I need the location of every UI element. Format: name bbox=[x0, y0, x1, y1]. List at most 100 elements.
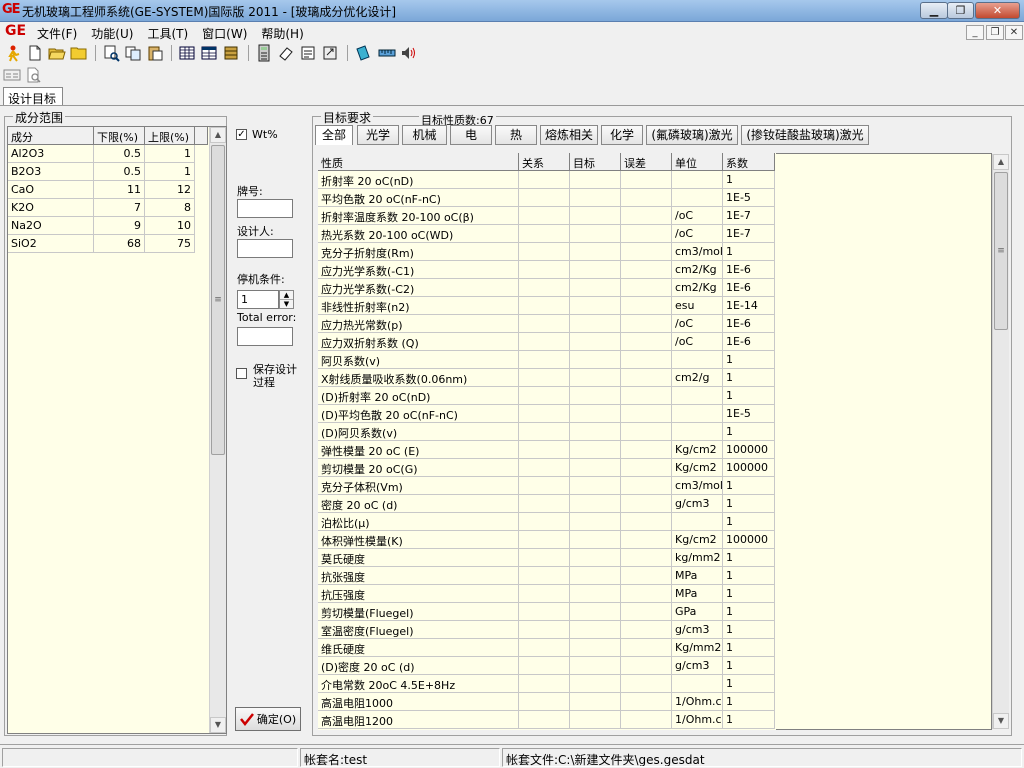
save-process-checkbox[interactable] bbox=[236, 368, 247, 379]
property-unit[interactable]: g/cm3 bbox=[672, 657, 723, 675]
property-target[interactable] bbox=[570, 531, 621, 549]
property-coefficient[interactable]: 1 bbox=[723, 675, 775, 693]
property-unit[interactable]: cm2/Kg bbox=[672, 279, 723, 297]
property-error[interactable] bbox=[621, 657, 672, 675]
composition-upper[interactable]: 12 bbox=[145, 181, 195, 199]
scroll-thumb[interactable]: ≡ bbox=[994, 172, 1008, 330]
table-row[interactable]: 维氏硬度 Kg/mm2 1 bbox=[318, 639, 775, 657]
table-row[interactable]: 剪切模量(Fluegel) GPa 1 bbox=[318, 603, 775, 621]
grid-view-icon[interactable] bbox=[200, 44, 218, 62]
property-unit[interactable]: kg/mm2 bbox=[672, 549, 723, 567]
property-coefficient[interactable]: 1 bbox=[723, 711, 775, 729]
property-relation[interactable] bbox=[519, 567, 570, 585]
folder-icon[interactable] bbox=[70, 44, 88, 62]
property-error[interactable] bbox=[621, 495, 672, 513]
wt-checkbox[interactable]: ✓ bbox=[236, 129, 247, 140]
property-target[interactable] bbox=[570, 639, 621, 657]
property-relation[interactable] bbox=[519, 441, 570, 459]
table-row[interactable]: K2O 7 8 bbox=[8, 199, 195, 217]
property-target[interactable] bbox=[570, 495, 621, 513]
table-row[interactable]: 阿贝系数(v) 1 bbox=[318, 351, 775, 369]
property-coefficient[interactable]: 1E-14 bbox=[723, 297, 775, 315]
property-target[interactable] bbox=[570, 549, 621, 567]
property-coefficient[interactable]: 1E-6 bbox=[723, 315, 775, 333]
property-coefficient[interactable]: 1 bbox=[723, 639, 775, 657]
property-name[interactable]: 克分子折射度(Rm) bbox=[318, 243, 519, 261]
property-unit[interactable] bbox=[672, 423, 723, 441]
property-relation[interactable] bbox=[519, 495, 570, 513]
property-error[interactable] bbox=[621, 639, 672, 657]
column-header[interactable]: 误差 bbox=[621, 153, 672, 171]
table-row[interactable]: 抗张强度 MPa 1 bbox=[318, 567, 775, 585]
composition-upper[interactable]: 1 bbox=[145, 145, 195, 163]
property-name[interactable]: 应力光学系数(-C2) bbox=[318, 279, 519, 297]
composition-upper[interactable]: 10 bbox=[145, 217, 195, 235]
property-target[interactable] bbox=[570, 513, 621, 531]
property-name[interactable]: (D)阿贝系数(v) bbox=[318, 423, 519, 441]
property-error[interactable] bbox=[621, 243, 672, 261]
property-coefficient[interactable]: 1 bbox=[723, 495, 775, 513]
property-error[interactable] bbox=[621, 603, 672, 621]
new-file-icon[interactable] bbox=[26, 44, 44, 62]
property-relation[interactable] bbox=[519, 531, 570, 549]
property-error[interactable] bbox=[621, 531, 672, 549]
property-unit[interactable]: MPa bbox=[672, 585, 723, 603]
report-icon[interactable] bbox=[299, 44, 317, 62]
table-row[interactable]: 克分子折射度(Rm) cm3/mol 1 bbox=[318, 243, 775, 261]
property-name[interactable]: 平均色散 20 oC(nF-nC) bbox=[318, 189, 519, 207]
search-document-icon[interactable] bbox=[25, 66, 43, 84]
column-header[interactable]: 上限(%) bbox=[145, 127, 195, 145]
table-row[interactable]: 平均色散 20 oC(nF-nC) 1E-5 bbox=[318, 189, 775, 207]
property-scrollbar[interactable]: ▲ ≡ ▼ bbox=[992, 154, 1009, 729]
ruler-icon[interactable] bbox=[378, 44, 396, 62]
designer-input[interactable] bbox=[237, 239, 293, 258]
property-name[interactable]: 剪切模量 20 oC(G) bbox=[318, 459, 519, 477]
property-target[interactable] bbox=[570, 585, 621, 603]
property-error[interactable] bbox=[621, 315, 672, 333]
tab-nd-silicate-laser[interactable]: (掺钕硅酸盐玻璃)激光 bbox=[741, 125, 869, 145]
column-header[interactable]: 关系 bbox=[519, 153, 570, 171]
property-target[interactable] bbox=[570, 369, 621, 387]
property-name[interactable]: (D)折射率 20 oC(nD) bbox=[318, 387, 519, 405]
table-row[interactable]: 折射率 20 oC(nD) 1 bbox=[318, 171, 775, 189]
property-error[interactable] bbox=[621, 261, 672, 279]
table-row[interactable]: (D)密度 20 oC (d) g/cm3 1 bbox=[318, 657, 775, 675]
property-error[interactable] bbox=[621, 333, 672, 351]
stop-condition-stepper[interactable]: ▲ ▼ bbox=[279, 290, 294, 309]
property-name[interactable]: 折射率温度系数 20-100 oC(β) bbox=[318, 207, 519, 225]
run-icon[interactable] bbox=[4, 44, 22, 62]
property-error[interactable] bbox=[621, 477, 672, 495]
tab-mechanical[interactable]: 机械 bbox=[402, 125, 447, 145]
table-row[interactable]: 应力双折射系数 (Q) /oC 1E-6 bbox=[318, 333, 775, 351]
property-target[interactable] bbox=[570, 261, 621, 279]
property-name[interactable]: 介电常数 20oC 4.5E+8Hz bbox=[318, 675, 519, 693]
scroll-up-icon[interactable]: ▲ bbox=[993, 154, 1009, 170]
property-coefficient[interactable]: 100000 bbox=[723, 531, 775, 549]
tab-optics[interactable]: 光学 bbox=[357, 125, 399, 145]
property-coefficient[interactable]: 1 bbox=[723, 243, 775, 261]
property-unit[interactable]: cm2/g bbox=[672, 369, 723, 387]
table-row[interactable]: 介电常数 20oC 4.5E+8Hz 1 bbox=[318, 675, 775, 693]
property-coefficient[interactable]: 1 bbox=[723, 585, 775, 603]
table-row[interactable]: (D)平均色散 20 oC(nF-nC) 1E-5 bbox=[318, 405, 775, 423]
notebook-icon[interactable] bbox=[354, 44, 372, 62]
property-relation[interactable] bbox=[519, 477, 570, 495]
property-coefficient[interactable]: 100000 bbox=[723, 441, 775, 459]
property-unit[interactable]: 1/Ohm.cm bbox=[672, 693, 723, 711]
property-error[interactable] bbox=[621, 225, 672, 243]
property-name[interactable]: 莫氏硬度 bbox=[318, 549, 519, 567]
property-unit[interactable]: /oC bbox=[672, 333, 723, 351]
property-name[interactable]: 高温电阻1000 bbox=[318, 693, 519, 711]
property-relation[interactable] bbox=[519, 369, 570, 387]
property-target[interactable] bbox=[570, 297, 621, 315]
column-header[interactable]: 成分 bbox=[8, 127, 94, 145]
property-name[interactable]: 应力热光常数(p) bbox=[318, 315, 519, 333]
property-coefficient[interactable]: 1 bbox=[723, 621, 775, 639]
property-name[interactable]: 折射率 20 oC(nD) bbox=[318, 171, 519, 189]
table-row[interactable]: B2O3 0.5 1 bbox=[8, 163, 195, 181]
property-name[interactable]: 抗张强度 bbox=[318, 567, 519, 585]
property-relation[interactable] bbox=[519, 549, 570, 567]
tab-thermal[interactable]: 热 bbox=[495, 125, 537, 145]
property-unit[interactable]: 1/Ohm.cm bbox=[672, 711, 723, 729]
property-target[interactable] bbox=[570, 711, 621, 729]
